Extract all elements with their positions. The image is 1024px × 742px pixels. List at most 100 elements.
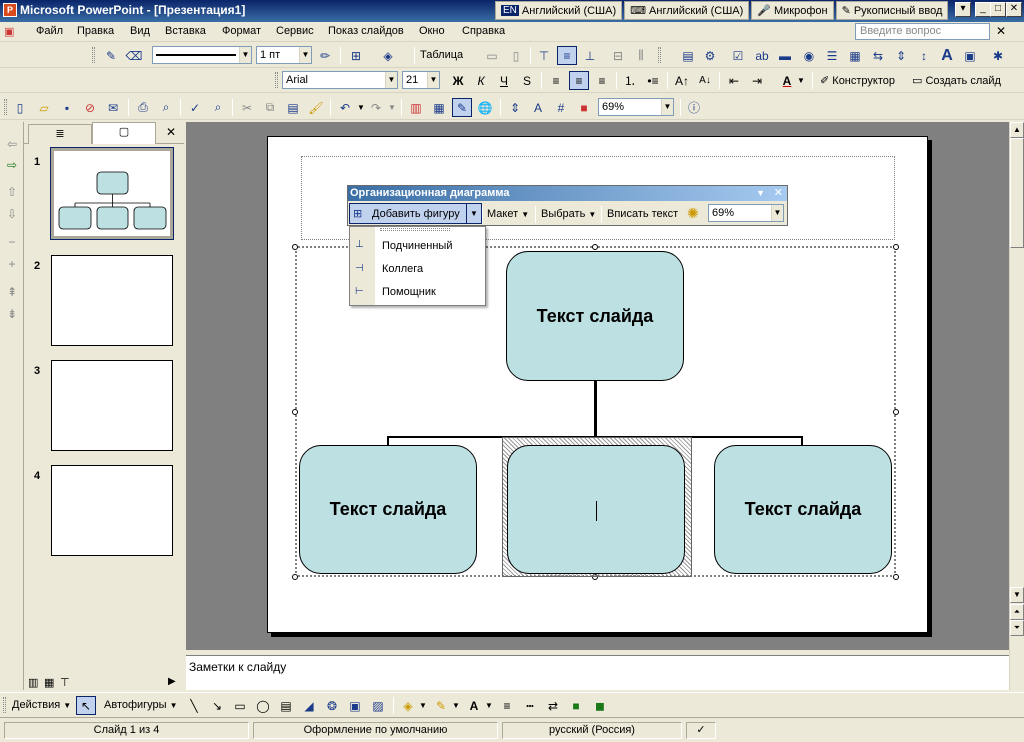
menu-item-subordinate[interactable]: Подчиненный	[382, 240, 452, 252]
chevron-down-icon[interactable]: ▼	[419, 701, 427, 710]
powerpoint-icon[interactable]: P	[3, 3, 17, 17]
rectangle-icon[interactable]: ▭	[230, 696, 250, 715]
spin-icon[interactable]: ⇕	[891, 46, 911, 65]
fill-color-icon[interactable]: ◈	[378, 46, 398, 65]
normal-view-icon[interactable]: ▥	[28, 676, 38, 689]
select-menu-button[interactable]: Выбрать ▼	[541, 208, 596, 220]
new-document-icon[interactable]: ▯	[10, 98, 30, 117]
dash-style-icon[interactable]: ┅	[520, 696, 540, 715]
image-icon[interactable]: ▣	[960, 46, 980, 65]
underline-icon[interactable]: Ч	[494, 71, 514, 90]
menu-view[interactable]: Вид	[130, 25, 150, 37]
menu-help[interactable]: Справка	[462, 25, 505, 37]
arrow-style-icon[interactable]: ⇄	[543, 696, 563, 715]
font-color-icon[interactable]: A	[777, 71, 797, 90]
actions-menu-button[interactable]: Действия ▼	[12, 699, 71, 711]
resize-handle[interactable]	[292, 409, 298, 415]
slide-thumbnail-3[interactable]	[51, 360, 173, 451]
collapse-all-icon[interactable]: ⇞	[2, 282, 22, 301]
keyboard-layout[interactable]: ⌨ Английский (США)	[624, 1, 750, 20]
expand-icon[interactable]: +	[2, 254, 22, 273]
outline-tab[interactable]: ≣	[28, 124, 92, 144]
handwriting-button[interactable]: ✎ Рукописный ввод	[835, 1, 949, 20]
3d-style-icon[interactable]: ◼	[590, 696, 610, 715]
scroll-up-icon[interactable]: ▲	[1010, 122, 1024, 138]
spelling-status-icon[interactable]: ✓	[686, 722, 716, 739]
orgchart-zoom-select[interactable]: 69% ▼	[708, 204, 784, 222]
text-box-icon[interactable]: ▤	[276, 696, 296, 715]
eraser-icon[interactable]: ⌫	[124, 46, 144, 65]
select-pointer-icon[interactable]: ↖	[76, 696, 96, 715]
align-left-icon[interactable]: ≡	[546, 71, 566, 90]
chevron-down-icon[interactable]: ▼	[485, 701, 493, 710]
diagram-icon[interactable]: ❂	[322, 696, 342, 715]
language-indicator[interactable]: EN Английский (США)	[495, 1, 623, 20]
save-icon[interactable]: ▪	[57, 98, 77, 117]
numbering-icon[interactable]: ⒈	[620, 71, 640, 90]
fit-text-button[interactable]: Вписать текст	[607, 208, 678, 220]
slide-thumbnail-4[interactable]	[51, 465, 173, 556]
chevron-down-icon[interactable]: ▼	[388, 103, 396, 112]
align-bottom-icon[interactable]: ⊥	[580, 46, 600, 65]
toolbar-grip[interactable]	[92, 47, 95, 63]
format-painter-icon[interactable]: 🖌	[306, 98, 326, 117]
cut-icon[interactable]: ✂	[237, 98, 257, 117]
align-center-icon[interactable]: ≡	[569, 71, 589, 90]
expand-all-outline-icon[interactable]: ⇟	[2, 304, 22, 323]
demote-icon[interactable]: ⇨	[2, 155, 22, 174]
designer-button[interactable]: ✐ Конструктор	[820, 74, 895, 87]
collapse-icon[interactable]: −	[2, 232, 22, 251]
textbox-icon[interactable]: ab	[752, 46, 772, 65]
notes-pane[interactable]: Заметки к слайду	[186, 655, 1009, 690]
shadow-icon[interactable]: S	[517, 71, 537, 90]
draw-table-icon[interactable]: ✎	[101, 46, 121, 65]
research-icon[interactable]: ⌕	[208, 98, 228, 117]
menu-item-assistant[interactable]: Помощник	[382, 286, 436, 298]
next-slide-icon[interactable]: ⏷	[1010, 620, 1024, 636]
autoshapes-menu-button[interactable]: Автофигуры ▼	[104, 699, 178, 711]
font-size-select[interactable]: 21 ▼	[402, 71, 440, 89]
menu-tearoff-handle[interactable]	[380, 228, 450, 231]
insert-hyperlink-icon[interactable]: 🌐	[475, 98, 495, 117]
orgchart-node-left[interactable]: Текст слайда	[299, 445, 477, 574]
decrease-font-icon[interactable]: A↓	[695, 71, 715, 90]
toggle-icon[interactable]: ⇆	[868, 46, 888, 65]
checkbox-icon[interactable]: ☑	[728, 46, 748, 65]
decrease-indent-icon[interactable]: ⇤	[724, 71, 744, 90]
font-select[interactable]: Arial ▼	[282, 71, 398, 89]
vertical-scrollbar[interactable]: ▲ ▼ ⏶ ⏷	[1009, 122, 1024, 690]
more-controls-icon[interactable]: ✱	[988, 46, 1008, 65]
expand-all-icon[interactable]: ⇕	[505, 98, 525, 117]
orgchart-node-right[interactable]: Текст слайда	[714, 445, 892, 574]
toolbar-grip[interactable]	[658, 47, 661, 63]
email-icon[interactable]: ✉	[103, 98, 123, 117]
menu-tools[interactable]: Сервис	[276, 25, 314, 37]
close-document-icon[interactable]: ✕	[996, 24, 1006, 38]
align-top-icon[interactable]: ⊤	[534, 46, 554, 65]
print-preview-icon[interactable]: ⌕	[156, 98, 176, 117]
wordart-icon[interactable]: ◢	[299, 696, 319, 715]
undo-icon[interactable]: ↶	[335, 98, 355, 117]
menu-slideshow[interactable]: Показ слайдов	[328, 25, 404, 37]
show-grid-icon[interactable]: #	[551, 98, 571, 117]
previous-slide-icon[interactable]: ⏶	[1010, 604, 1024, 620]
slide-thumbnail-2[interactable]	[51, 255, 173, 346]
maximize-button[interactable]: □	[990, 2, 1006, 17]
spelling-icon[interactable]: ✓	[185, 98, 205, 117]
show-formatting-icon[interactable]: A	[528, 98, 548, 117]
menu-edit[interactable]: Правка	[77, 25, 114, 37]
status-design[interactable]: Оформление по умолчанию	[253, 722, 498, 739]
resize-handle[interactable]	[893, 244, 899, 250]
menu-format[interactable]: Формат	[222, 25, 261, 37]
increase-indent-icon[interactable]: ⇥	[747, 71, 767, 90]
orgchart-node-middle[interactable]	[507, 445, 685, 574]
button-icon[interactable]: ▬	[775, 46, 795, 65]
picture-icon[interactable]: ▨	[368, 696, 388, 715]
increase-font-icon[interactable]: A↑	[672, 71, 692, 90]
radio-icon[interactable]: ◉	[799, 46, 819, 65]
ask-question-input[interactable]: Введите вопрос	[855, 23, 990, 40]
layout-menu-button[interactable]: Макет ▼	[487, 208, 529, 220]
italic-icon[interactable]: К	[471, 71, 491, 90]
menu-file[interactable]: Файл	[36, 25, 63, 37]
color-grayscale-icon[interactable]: ■	[574, 98, 594, 117]
